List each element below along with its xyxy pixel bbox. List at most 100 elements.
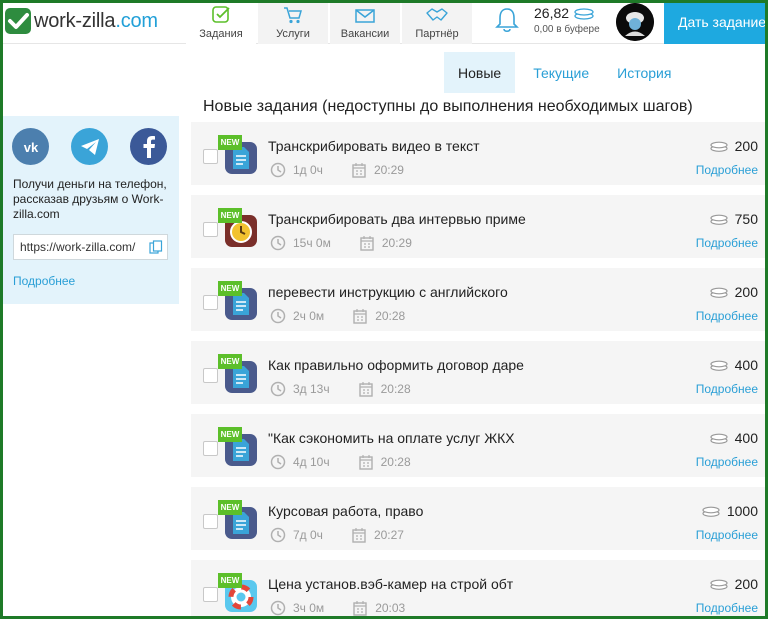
task-time: 20:03 xyxy=(352,600,405,616)
coins-icon xyxy=(702,506,720,517)
clock-icon xyxy=(270,308,286,324)
nav-services[interactable]: Услуги xyxy=(258,0,328,44)
task-duration: 3ч 0м xyxy=(293,601,325,615)
balance-amount: 26,82 xyxy=(534,5,600,21)
clock-icon xyxy=(270,162,286,178)
clock-icon xyxy=(270,381,286,397)
nav-tasks[interactable]: Задания xyxy=(186,0,256,44)
calendar-icon xyxy=(352,528,366,543)
task-row[interactable]: NEW перевести инструкцию с английского 2… xyxy=(191,268,768,331)
task-more-link[interactable]: Подробнее xyxy=(696,528,758,542)
avatar-image xyxy=(616,3,654,41)
task-time: 20:29 xyxy=(359,235,412,251)
task-row[interactable]: NEW Цена установ.вэб-камер на строй обт … xyxy=(191,560,768,619)
task-title[interactable]: Цена установ.вэб-камер на строй обт xyxy=(268,576,513,592)
clock-icon xyxy=(270,454,286,470)
calendar-icon xyxy=(358,455,373,470)
task-price: 400 xyxy=(709,357,758,373)
telegram-button[interactable] xyxy=(71,128,108,165)
coins-icon xyxy=(710,579,728,590)
calendar-icon xyxy=(352,163,366,178)
nav-services-label: Услуги xyxy=(276,28,310,40)
nav-vacancies[interactable]: Вакансии xyxy=(330,0,400,44)
task-time: 20:29 xyxy=(351,162,404,178)
clock-icon xyxy=(270,527,286,543)
facebook-button[interactable] xyxy=(130,128,167,165)
coins-icon xyxy=(710,433,728,444)
share-more-link[interactable]: Подробнее xyxy=(13,274,75,288)
tab-current[interactable]: Текущие xyxy=(519,52,603,93)
task-meta: 3д 13ч 20:28 xyxy=(270,381,411,397)
task-more-link[interactable]: Подробнее xyxy=(696,382,758,396)
new-badge: NEW xyxy=(218,500,242,515)
logo-check-icon xyxy=(5,8,31,34)
task-price: 750 xyxy=(709,211,758,227)
task-checkbox[interactable] xyxy=(203,514,218,529)
share-text: Получи деньги на телефон, рассказав друз… xyxy=(13,177,167,221)
coins-icon xyxy=(710,287,728,298)
copy-icon[interactable] xyxy=(149,240,163,254)
task-title[interactable]: Как правильно оформить договор даре xyxy=(268,357,524,373)
task-meta: 1д 0ч 20:29 xyxy=(270,162,404,178)
calendar-icon xyxy=(358,382,373,397)
bell-icon[interactable] xyxy=(494,6,520,34)
new-badge: NEW xyxy=(218,208,242,223)
task-duration: 2ч 0м xyxy=(293,309,325,323)
calendar-icon xyxy=(360,236,374,251)
task-more-link[interactable]: Подробнее xyxy=(696,601,758,615)
avatar[interactable] xyxy=(616,3,654,41)
calendar-icon xyxy=(353,309,367,324)
task-price: 1000 xyxy=(701,503,758,519)
tab-new[interactable]: Новые xyxy=(444,52,516,93)
referral-link-value: https://work-zilla.com/ xyxy=(20,240,136,254)
logo[interactable]: work-zilla.com xyxy=(4,6,158,36)
task-checkbox[interactable] xyxy=(203,368,218,383)
main-nav: Задания Услуги Вакансии Партнёр xyxy=(186,0,474,44)
task-row[interactable]: NEW Транскрибировать два интервью приме … xyxy=(191,195,768,258)
svg-text:vk: vk xyxy=(23,140,38,154)
vk-icon: vk xyxy=(23,140,38,154)
task-more-link[interactable]: Подробнее xyxy=(696,163,758,177)
task-more-link[interactable]: Подробнее xyxy=(696,455,758,469)
task-checkbox[interactable] xyxy=(203,295,218,310)
task-row[interactable]: NEW Транскрибировать видео в текст 1д 0ч… xyxy=(191,122,768,185)
new-badge: NEW xyxy=(218,354,242,369)
task-row[interactable]: NEW Как правильно оформить договор даре … xyxy=(191,341,768,404)
balance[interactable]: 26,82 0,00 в буфере xyxy=(534,5,600,35)
coins-icon xyxy=(574,8,594,20)
tab-history[interactable]: История xyxy=(603,52,685,93)
tasks-icon xyxy=(212,6,230,23)
task-time: 20:27 xyxy=(351,527,404,543)
task-time: 20:28 xyxy=(352,308,405,324)
vk-button[interactable]: vk xyxy=(12,128,49,165)
task-checkbox[interactable] xyxy=(203,587,218,602)
share-panel: vk Получи деньги на телефон, рассказав д… xyxy=(3,116,179,304)
task-meta: 15ч 0м 20:29 xyxy=(270,235,412,251)
task-title[interactable]: "Как сэкономить на оплате услуг ЖКХ xyxy=(268,430,515,446)
task-duration: 15ч 0м xyxy=(293,236,331,250)
telegram-icon xyxy=(80,138,99,155)
nav-partner[interactable]: Партнёр xyxy=(402,0,472,44)
task-title[interactable]: Транскрибировать видео в текст xyxy=(268,138,480,154)
task-more-link[interactable]: Подробнее xyxy=(696,236,758,250)
task-checkbox[interactable] xyxy=(203,222,218,237)
task-title[interactable]: Курсовая работа, право xyxy=(268,503,423,519)
give-task-button[interactable]: Дать задание xyxy=(664,0,768,44)
task-price: 400 xyxy=(709,430,758,446)
handshake-icon xyxy=(426,8,448,21)
section-title: Новые задания (недоступны до выполнения … xyxy=(203,98,693,115)
task-title[interactable]: Транскрибировать два интервью приме xyxy=(268,211,526,227)
task-row[interactable]: NEW Курсовая работа, право 7д 0ч 20:27 1… xyxy=(191,487,768,550)
task-more-link[interactable]: Подробнее xyxy=(696,309,758,323)
coins-icon xyxy=(710,141,728,152)
task-title[interactable]: перевести инструкцию с английского xyxy=(268,284,508,300)
task-checkbox[interactable] xyxy=(203,441,218,456)
new-badge: NEW xyxy=(218,573,242,588)
nav-vacancies-label: Вакансии xyxy=(340,28,390,40)
task-row[interactable]: NEW "Как сэкономить на оплате услуг ЖКХ … xyxy=(191,414,768,477)
coins-icon xyxy=(710,360,728,371)
task-price: 200 xyxy=(709,576,758,592)
referral-link-field[interactable]: https://work-zilla.com/ xyxy=(13,234,168,260)
task-price: 200 xyxy=(709,138,758,154)
task-checkbox[interactable] xyxy=(203,149,218,164)
